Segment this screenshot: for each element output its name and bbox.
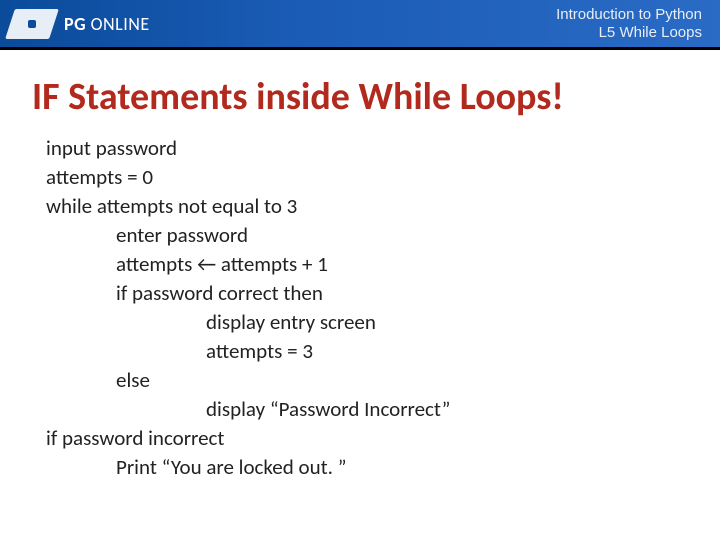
code-line: while attempts not equal to 3 [46, 192, 688, 221]
code-line: display “Password Incorrect” [46, 395, 688, 424]
lesson-title: L5 While Loops [556, 24, 702, 42]
brand-text: PG ONLINE [64, 13, 150, 35]
code-line: attempts ← attempts + 1 [46, 250, 688, 279]
pseudocode-block: input passwordattempts = 0while attempts… [32, 134, 688, 482]
logo-icon [5, 9, 59, 39]
code-line: if password correct then [46, 279, 688, 308]
course-title: Introduction to Python [556, 6, 702, 24]
code-line: attempts = 0 [46, 163, 688, 192]
brand-bold: PG [64, 13, 86, 35]
code-line: display entry screen [46, 308, 688, 337]
header-titles: Introduction to Python L5 While Loops [556, 6, 702, 42]
code-line: attempts = 3 [46, 337, 688, 366]
slide-heading: IF Statements inside While Loops! [32, 74, 688, 120]
code-line: if password incorrect [46, 424, 688, 453]
slide-content: IF Statements inside While Loops! input … [0, 50, 720, 482]
header-bar: PG ONLINE Introduction to Python L5 Whil… [0, 0, 720, 50]
code-line: input password [46, 134, 688, 163]
logo-dot-icon [28, 20, 36, 28]
code-line: Print “You are locked out. ” [46, 453, 688, 482]
brand-rest: ONLINE [86, 13, 150, 35]
brand-logo: PG ONLINE [10, 9, 150, 39]
code-line: else [46, 366, 688, 395]
code-line: enter password [46, 221, 688, 250]
